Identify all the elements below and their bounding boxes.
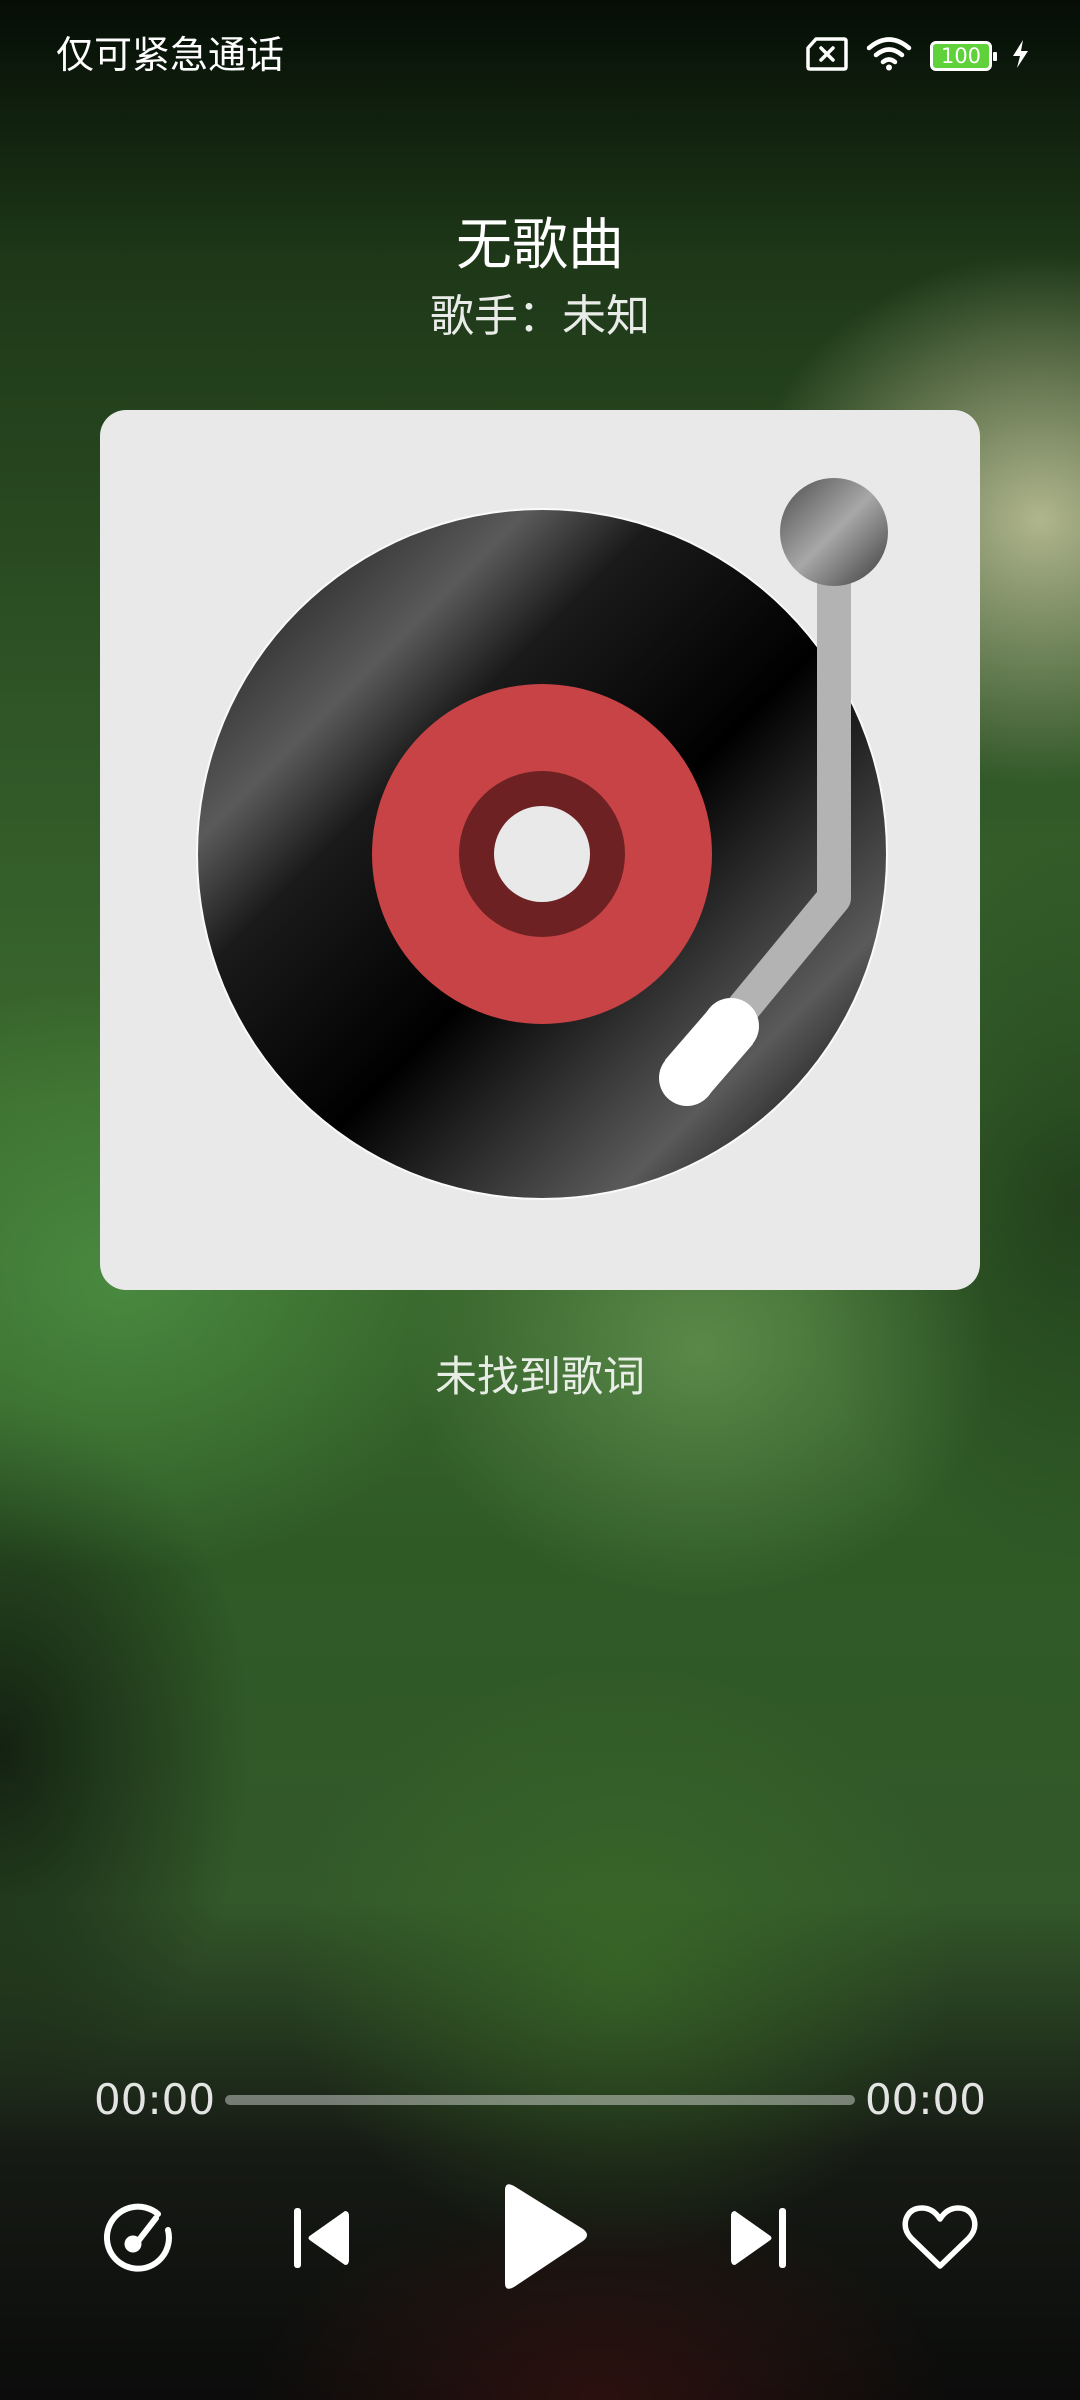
battery-level: 100: [940, 44, 982, 68]
album-art-card[interactable]: [100, 410, 980, 1290]
previous-track-icon: [285, 2205, 355, 2275]
vinyl-record: [196, 508, 888, 1200]
next-track-button[interactable]: [700, 2180, 820, 2300]
play-icon: [485, 2178, 595, 2302]
play-mode-button[interactable]: [80, 2180, 200, 2300]
battery-icon: 100: [930, 41, 997, 71]
artist-line: 歌手：未知: [430, 291, 650, 342]
lyrics-status: 未找到歌词: [434, 1352, 645, 1401]
status-bar: 仅可紧急通话 100: [0, 0, 1080, 110]
carrier-text: 仅可紧急通话: [56, 33, 285, 77]
song-title: 无歌曲: [456, 213, 624, 278]
turntable-illustration: [196, 478, 888, 1200]
play-button[interactable]: [480, 2180, 600, 2300]
status-icons: 100: [806, 34, 1030, 78]
total-time: 00:00: [864, 2075, 986, 2124]
progress-slider[interactable]: [225, 2095, 855, 2105]
favorite-heart-icon: [902, 2204, 978, 2276]
sim-card-none-icon: [806, 37, 848, 75]
wifi-icon: [866, 37, 912, 75]
progress-row: 00:00 00:00: [0, 2072, 1080, 2128]
charging-bolt-icon: [1010, 39, 1030, 73]
current-time: 00:00: [94, 2075, 216, 2124]
next-track-icon: [725, 2205, 795, 2275]
playback-controls: [0, 2180, 1080, 2300]
previous-track-button[interactable]: [260, 2180, 380, 2300]
play-mode-icon: [102, 2200, 178, 2280]
favorite-button[interactable]: [880, 2180, 1000, 2300]
